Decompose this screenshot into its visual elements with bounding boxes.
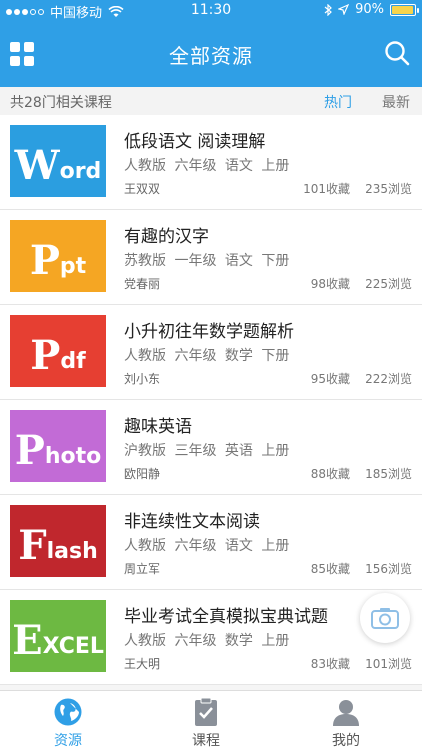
sort-hot-tab[interactable]: 热门	[324, 92, 352, 112]
item-title: 趣味英语	[124, 417, 192, 437]
tab-resources-label: 资源	[54, 733, 82, 749]
item-title: 非连续性文本阅读	[124, 512, 260, 532]
item-meta: 人教版 六年级 语文 上册	[124, 158, 290, 174]
item-meta: 人教版 六年级 数学 下册	[124, 348, 290, 364]
item-title: 低段语文 阅读理解	[124, 132, 266, 152]
word-file-icon: Word	[10, 125, 106, 197]
item-views: 235浏览	[365, 182, 412, 196]
item-author: 王双双	[124, 182, 161, 196]
battery-icon	[390, 3, 419, 16]
item-favorites: 101收藏	[303, 182, 350, 196]
item-views: 222浏览	[365, 372, 412, 386]
list-item[interactable]: Ppt 有趣的汉字 苏教版 一年级 语文 下册 党春丽 98收藏 225浏览	[0, 210, 422, 305]
list-item[interactable]: Photo 趣味英语 沪教版 三年级 英语 上册 欧阳静 88收藏 185浏览	[0, 400, 422, 495]
camera-icon	[371, 608, 399, 629]
item-title: 毕业考试全真模拟宝典试题	[124, 607, 328, 627]
battery-percent: 90%	[355, 2, 384, 17]
sort-latest-tab[interactable]: 最新	[382, 92, 410, 112]
item-author: 党春丽	[124, 277, 161, 291]
resource-list: Word 低段语文 阅读理解 人教版 六年级 语文 上册 王双双 101收藏 2…	[0, 115, 422, 685]
photo-file-icon: Photo	[10, 410, 106, 482]
course-count: 共28门相关课程	[10, 95, 112, 111]
excel-file-icon: E XCEL	[10, 600, 106, 672]
flash-file-icon: Flash	[10, 505, 106, 577]
top-bar: 中国移动 11:30 90% 全部资源	[0, 0, 422, 87]
list-item[interactable]: E XCEL 毕业考试全真模拟宝典试题 人教版 六年级 数学 上册 王大明 83收…	[0, 590, 422, 685]
page-title: 全部资源	[169, 44, 253, 68]
ppt-file-icon: Ppt	[10, 220, 106, 292]
item-author: 周立军	[124, 562, 161, 576]
status-right: 90%	[324, 2, 419, 17]
bottom-tab-bar: 资源 课程 我的	[0, 690, 422, 750]
item-title: 小升初往年数学题解析	[124, 322, 294, 342]
item-author: 欧阳静	[124, 467, 161, 481]
tab-mine[interactable]: 我的	[306, 697, 386, 750]
location-icon	[338, 4, 350, 15]
tab-resources[interactable]: 资源	[28, 697, 108, 750]
list-item[interactable]: Pdf 小升初往年数学题解析 人教版 六年级 数学 下册 刘小东 95收藏 22…	[0, 305, 422, 400]
item-favorites: 95收藏	[310, 372, 350, 386]
item-favorites: 83收藏	[310, 657, 350, 671]
search-icon[interactable]	[384, 40, 410, 66]
item-favorites: 88收藏	[310, 467, 350, 481]
list-item[interactable]: Word 低段语文 阅读理解 人教版 六年级 语文 上册 王双双 101收藏 2…	[0, 115, 422, 210]
item-views: 185浏览	[365, 467, 412, 481]
filter-bar: 共28门相关课程 热门 最新	[0, 87, 422, 115]
tab-mine-label: 我的	[332, 733, 360, 749]
item-meta: 人教版 六年级 数学 上册	[124, 633, 290, 649]
item-author: 刘小东	[124, 372, 161, 386]
status-bar: 中国移动 11:30 90%	[0, 0, 422, 21]
item-meta: 苏教版 一年级 语文 下册	[124, 253, 290, 269]
item-favorites: 85收藏	[310, 562, 350, 576]
camera-button[interactable]	[360, 593, 410, 643]
item-views: 225浏览	[365, 277, 412, 291]
pdf-file-icon: Pdf	[10, 315, 106, 387]
bluetooth-icon	[324, 3, 332, 16]
item-title: 有趣的汉字	[124, 227, 209, 247]
list-item[interactable]: Flash 非连续性文本阅读 人教版 六年级 语文 上册 周立军 85收藏 15…	[0, 495, 422, 590]
tab-courses[interactable]: 课程	[166, 697, 246, 750]
item-meta: 人教版 六年级 语文 上册	[124, 538, 290, 554]
item-views: 156浏览	[365, 562, 412, 576]
item-views: 101浏览	[365, 657, 412, 671]
clipboard-icon	[195, 697, 217, 726]
item-favorites: 98收藏	[310, 277, 350, 291]
tab-courses-label: 课程	[192, 733, 220, 749]
globe-icon	[54, 698, 82, 726]
app-root: 中国移动 11:30 90% 全部资源 共28门相关课程 热门 最新 W ord…	[0, 0, 422, 750]
user-icon	[333, 700, 359, 726]
item-meta: 沪教版 三年级 英语 上册	[124, 443, 290, 459]
item-author: 王大明	[124, 657, 161, 671]
